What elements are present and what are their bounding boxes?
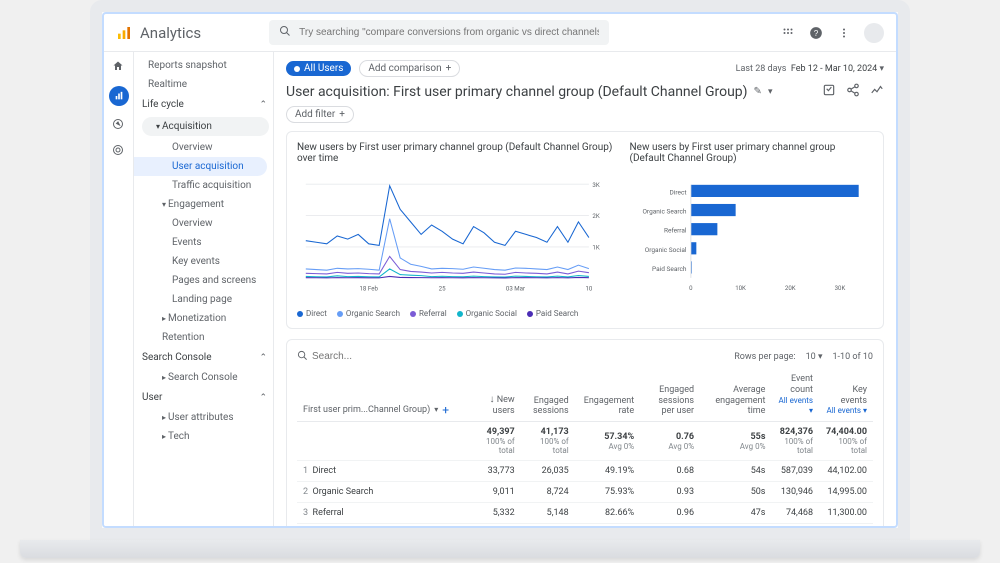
sidebar-acquisition[interactable]: ▾ Acquisition — [142, 117, 269, 136]
share-icon[interactable] — [846, 83, 860, 100]
app-title: Analytics — [140, 24, 201, 42]
key-events-filter[interactable]: All events ▾ — [826, 406, 867, 415]
svg-text:10K: 10K — [735, 285, 746, 292]
rows-per-page-select[interactable]: 10 ▾ — [806, 352, 823, 362]
add-comparison-button[interactable]: Add comparison + — [359, 60, 460, 77]
plus-icon: + — [446, 63, 452, 74]
svg-text:25: 25 — [439, 285, 446, 293]
table-row[interactable]: 2 Organic Search9,0118,72475.93%0.9350s1… — [297, 482, 873, 503]
svg-text:03 Mar: 03 Mar — [506, 285, 525, 293]
event-count-filter[interactable]: All events ▾ — [778, 396, 813, 416]
bar-chart: Direct Organic Search Referral Organic Soci… — [630, 172, 873, 302]
sidebar-traffic-acquisition[interactable]: Traffic acquisition — [134, 176, 273, 195]
table-row[interactable]: 3 Referral5,3325,14882.66%0.9647s74,4681… — [297, 503, 873, 524]
advertising-icon[interactable] — [112, 144, 126, 158]
user-avatar[interactable] — [864, 23, 884, 43]
sidebar-section-life-cycle[interactable]: Life cycle⌃ — [134, 94, 273, 115]
insights-icon[interactable] — [870, 83, 884, 100]
edit-title-icon[interactable]: ✎ — [754, 86, 762, 97]
chevron-up-icon: ⌃ — [259, 100, 267, 110]
help-icon[interactable]: ? — [808, 25, 824, 41]
explore-icon[interactable] — [112, 118, 126, 132]
sidebar-landing-page[interactable]: Landing page — [134, 290, 273, 309]
svg-text:20K: 20K — [784, 285, 795, 292]
search-icon — [279, 25, 291, 40]
sidebar-user-attributes[interactable]: ▸ User attributes — [134, 408, 273, 427]
rows-per-page-label: Rows per page: — [734, 352, 795, 362]
home-icon[interactable] — [112, 60, 126, 74]
chevron-down-icon[interactable]: ▾ — [434, 405, 438, 415]
apps-icon[interactable] — [780, 25, 796, 41]
svg-text:Paid Search: Paid Search — [652, 265, 687, 273]
svg-text:18 Feb: 18 Feb — [359, 285, 378, 293]
sidebar-section-user[interactable]: User⌃ — [134, 387, 273, 408]
add-dimension-button[interactable]: + — [442, 403, 449, 417]
chart-legend: DirectOrganic SearchReferralOrganic Soci… — [297, 309, 614, 318]
bar-chart-title: New users by First user primary channel … — [630, 142, 873, 164]
data-table: First user prim...Channel Group) ▾ + ↓ N… — [297, 370, 873, 524]
sidebar-engagement[interactable]: ▾ Engagement — [134, 195, 273, 214]
svg-text:Direct: Direct — [669, 188, 686, 196]
analytics-logo-icon — [116, 25, 132, 41]
sidebar-user-acquisition[interactable]: User acquisition — [134, 157, 267, 176]
chevron-up-icon: ⌃ — [259, 353, 267, 363]
line-chart: 1K 2K 3K 18 Feb 25 03 Mar 10 — [297, 172, 614, 302]
sidebar-pages-screens[interactable]: Pages and screens — [134, 271, 273, 290]
table-row[interactable]: 1 Direct33,77326,03549.19%0.6854s587,039… — [297, 461, 873, 482]
page-title: User acquisition: First user primary cha… — [286, 84, 748, 100]
sidebar-realtime[interactable]: Realtime — [134, 75, 273, 94]
sort-desc-icon[interactable]: ↓ — [490, 394, 495, 405]
more-vert-icon[interactable] — [836, 25, 852, 41]
sidebar-retention[interactable]: Retention — [134, 328, 273, 347]
svg-text:?: ? — [814, 28, 819, 37]
search-input[interactable] — [299, 27, 599, 38]
svg-text:3K: 3K — [592, 181, 599, 189]
sidebar-reports-snapshot[interactable]: Reports snapshot — [134, 56, 273, 75]
svg-text:Organic Search: Organic Search — [642, 208, 686, 216]
global-search[interactable] — [269, 20, 609, 45]
sidebar-section-search-console[interactable]: Search Console⌃ — [134, 347, 273, 368]
pagination-range: 1-10 of 10 — [832, 352, 873, 362]
plus-icon: + — [339, 109, 345, 120]
sidebar-events[interactable]: Events — [134, 233, 273, 252]
svg-text:1K: 1K — [592, 244, 599, 252]
sidebar-tech[interactable]: ▸ Tech — [134, 427, 273, 446]
search-icon — [297, 350, 308, 364]
svg-text:30K: 30K — [834, 285, 845, 292]
chevron-up-icon: ⌃ — [259, 393, 267, 403]
svg-text:Organic Social: Organic Social — [644, 246, 686, 254]
add-filter-button[interactable]: Add filter + — [286, 106, 354, 123]
reports-icon[interactable] — [109, 86, 129, 106]
dropdown-icon[interactable]: ▾ — [768, 87, 773, 97]
svg-text:2K: 2K — [592, 212, 599, 220]
sidebar-search-console-item[interactable]: ▸ Search Console — [134, 368, 273, 387]
line-chart-title: New users by First user primary channel … — [297, 142, 614, 164]
sidebar-acq-overview[interactable]: Overview — [134, 138, 273, 157]
sidebar-eng-overview[interactable]: Overview — [134, 214, 273, 233]
table-search[interactable] — [297, 350, 497, 364]
sidebar-key-events[interactable]: Key events — [134, 252, 273, 271]
svg-text:0: 0 — [689, 285, 693, 292]
svg-text:Referral: Referral — [664, 227, 687, 235]
sidebar-monetization[interactable]: ▸ Monetization — [134, 309, 273, 328]
customize-icon[interactable] — [822, 83, 836, 100]
totals-row: 49,397100% of total41,173100% of total57… — [297, 422, 873, 461]
svg-text:10: 10 — [585, 285, 592, 293]
chip-all-users[interactable]: All Users — [286, 61, 351, 76]
table-search-input[interactable] — [312, 351, 497, 363]
dimension-header[interactable]: First user prim...Channel Group) — [303, 405, 430, 416]
